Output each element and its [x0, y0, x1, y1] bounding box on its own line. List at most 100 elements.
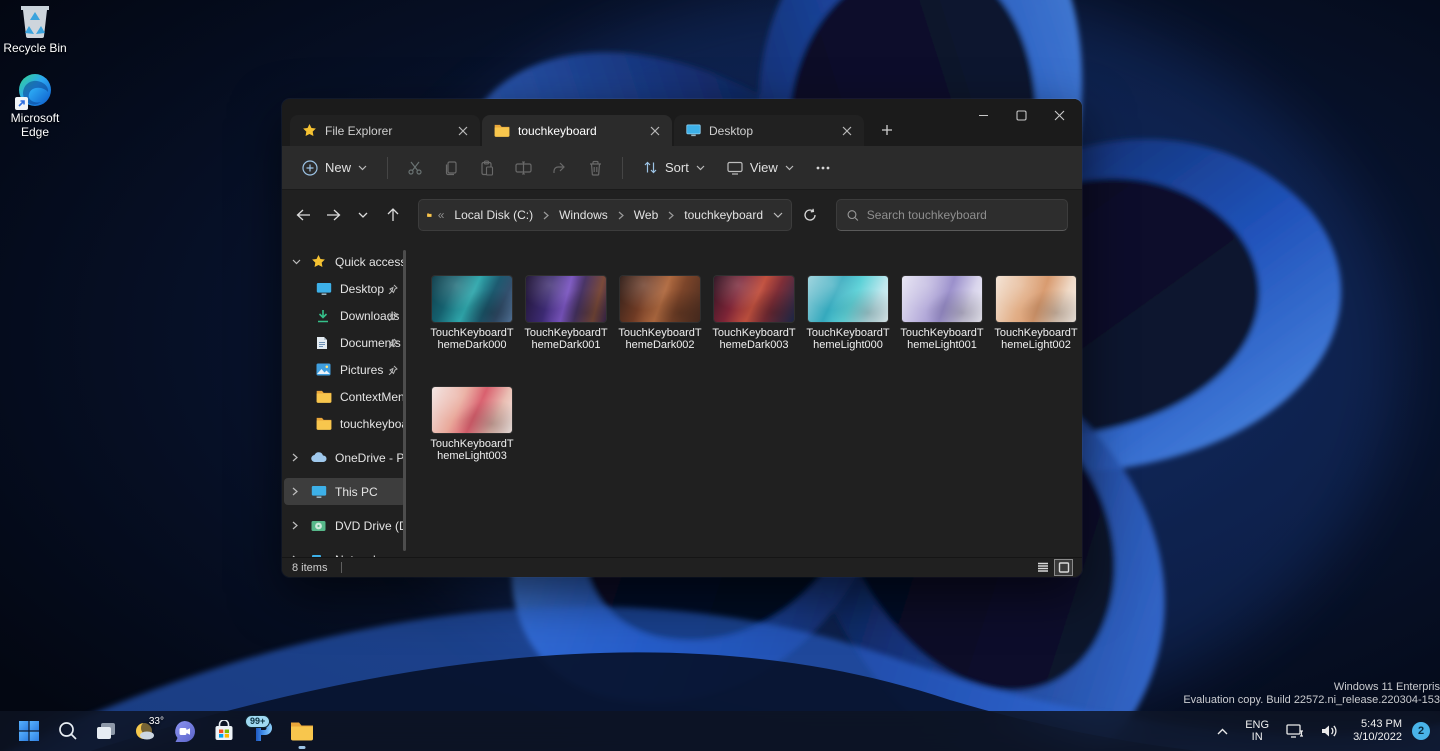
chevron-right-icon[interactable] — [292, 453, 304, 462]
windows-logo-icon — [18, 720, 40, 742]
file-name: TouchKeyboardThemeLight001 — [898, 327, 986, 351]
sidebar-item-desktop[interactable]: Desktop — [284, 275, 406, 302]
tab-close-icon[interactable] — [838, 122, 856, 140]
file-name: TouchKeyboardThemeDark003 — [710, 327, 798, 351]
chat-button[interactable] — [166, 713, 203, 750]
sidebar-item-label: This PC — [335, 485, 378, 499]
search-button[interactable] — [49, 713, 86, 750]
file-explorer-button[interactable] — [283, 713, 320, 750]
sidebar-item-documents[interactable]: Documents — [284, 329, 406, 356]
file-item[interactable]: TouchKeyboardThemeLight000 — [804, 276, 892, 351]
chevron-down-icon[interactable] — [292, 259, 304, 265]
tab-close-icon[interactable] — [454, 122, 472, 140]
file-item[interactable]: TouchKeyboardThemeLight002 — [992, 276, 1080, 351]
tab-file-explorer[interactable]: File Explorer — [290, 115, 480, 146]
sidebar-item-pictures[interactable]: Pictures — [284, 356, 406, 383]
close-button[interactable] — [1040, 103, 1078, 127]
forward-button[interactable] — [320, 202, 346, 228]
breadcrumb-web[interactable]: Web — [630, 205, 662, 225]
tab-desktop[interactable]: Desktop — [674, 115, 864, 146]
microsoft-store-button[interactable] — [205, 713, 242, 750]
up-button[interactable] — [380, 202, 406, 228]
copy-button[interactable] — [434, 152, 468, 184]
navigation-pane: Quick access Desktop Downloads Documents… — [282, 240, 408, 557]
back-button[interactable] — [290, 202, 316, 228]
desktop-icon-recycle-bin[interactable]: Recycle Bin — [0, 2, 70, 55]
file-item[interactable]: TouchKeyboardThemeDark002 — [616, 276, 704, 351]
sidebar-item-contextmenu-folder[interactable]: ContextMenuC — [284, 383, 406, 410]
sidebar-item-quick-access[interactable]: Quick access — [284, 248, 406, 275]
sidebar-item-this-pc[interactable]: This PC — [284, 478, 406, 505]
sidebar-item-label: DVD Drive (D:) C — [335, 519, 406, 533]
folder-icon — [494, 124, 510, 137]
taskbar-apps: 33° 99+ — [0, 713, 320, 750]
chevron-right-icon[interactable] — [292, 487, 304, 496]
tab-close-icon[interactable] — [646, 122, 664, 140]
large-icons-view-button[interactable] — [1055, 560, 1072, 575]
sort-label: Sort — [665, 160, 689, 175]
file-item[interactable]: TouchKeyboardThemeDark003 — [710, 276, 798, 351]
tab-label: Desktop — [709, 124, 830, 138]
new-button[interactable]: New — [292, 153, 377, 183]
tab-touchkeyboard[interactable]: touchkeyboard — [482, 115, 672, 146]
file-item[interactable]: TouchKeyboardThemeDark000 — [428, 276, 516, 351]
notification-count-badge[interactable]: 2 — [1412, 722, 1430, 740]
start-button[interactable] — [10, 713, 47, 750]
hidden-icons-button[interactable] — [1212, 714, 1233, 748]
volume-icon[interactable] — [1316, 714, 1343, 748]
chevron-right-icon[interactable] — [292, 521, 304, 530]
breadcrumb-collapse[interactable]: « — [438, 208, 445, 222]
sort-button[interactable]: Sort — [633, 153, 715, 182]
breadcrumb-windows[interactable]: Windows — [555, 205, 612, 225]
date: 3/10/2022 — [1353, 731, 1402, 744]
sidebar-item-label: Quick access — [335, 255, 406, 269]
address-dropdown-icon[interactable] — [773, 212, 783, 219]
delete-button[interactable] — [578, 152, 612, 184]
file-item[interactable]: TouchKeyboardThemeLight001 — [898, 276, 986, 351]
cloud-icon — [311, 452, 328, 463]
widgets-button[interactable]: 33° — [127, 713, 164, 750]
item-count: 8 items — [292, 562, 327, 574]
sidebar-item-onedrive[interactable]: OneDrive - Perso — [284, 444, 406, 471]
paste-button[interactable] — [470, 152, 504, 184]
details-view-button[interactable] — [1034, 560, 1051, 575]
rename-button[interactable] — [506, 152, 540, 184]
sidebar-item-downloads[interactable]: Downloads — [284, 302, 406, 329]
breadcrumb-touchkeyboard[interactable]: touchkeyboard — [680, 205, 767, 225]
widgets-temperature: 33° — [149, 716, 164, 727]
status-divider — [341, 562, 342, 573]
sidebar-item-touchkeyboard-folder[interactable]: touchkeyboard — [284, 410, 406, 437]
share-button[interactable] — [542, 152, 576, 184]
sidebar-scrollbar[interactable] — [403, 250, 406, 551]
view-button[interactable]: View — [717, 153, 804, 182]
language-indicator[interactable]: ENG IN — [1239, 719, 1275, 743]
search-input[interactable] — [867, 208, 1057, 222]
task-view-button[interactable] — [88, 713, 125, 750]
more-options-button[interactable] — [806, 152, 840, 184]
address-bar[interactable]: « Local Disk (C:) Windows Web touchkeybo… — [418, 199, 792, 231]
plus-circle-icon — [302, 160, 318, 176]
sidebar-item-dvd-drive[interactable]: DVD Drive (D:) C — [284, 512, 406, 539]
sidebar-item-network[interactable]: Network — [284, 546, 406, 557]
minimize-button[interactable] — [964, 103, 1002, 127]
clock[interactable]: 5:43 PM 3/10/2022 — [1349, 718, 1406, 744]
folder-icon — [290, 721, 314, 741]
network-icon[interactable] — [1281, 714, 1310, 748]
refresh-button[interactable] — [796, 201, 824, 229]
new-tab-button[interactable] — [874, 117, 900, 143]
cut-button[interactable] — [398, 152, 432, 184]
recent-locations-button[interactable] — [350, 202, 376, 228]
file-thumbnail — [432, 387, 512, 433]
search-box[interactable] — [836, 199, 1068, 231]
desktop-icon-microsoft-edge[interactable]: Microsoft Edge — [0, 72, 70, 139]
chevron-right-icon[interactable] — [292, 555, 304, 557]
watermark-line2: Evaluation copy. Build 22572.ni_release.… — [1183, 694, 1440, 707]
breadcrumb-local-disk[interactable]: Local Disk (C:) — [450, 205, 537, 225]
file-item[interactable]: TouchKeyboardThemeLight003 — [428, 387, 516, 462]
dvd-drive-icon — [311, 520, 328, 532]
maximize-button[interactable] — [1002, 103, 1040, 127]
p-app-button[interactable]: 99+ — [244, 713, 281, 750]
file-item[interactable]: TouchKeyboardThemeDark001 — [522, 276, 610, 351]
file-explorer-window: File Explorer touchkeyboard Desktop — [282, 99, 1082, 577]
file-thumbnail — [808, 276, 888, 322]
